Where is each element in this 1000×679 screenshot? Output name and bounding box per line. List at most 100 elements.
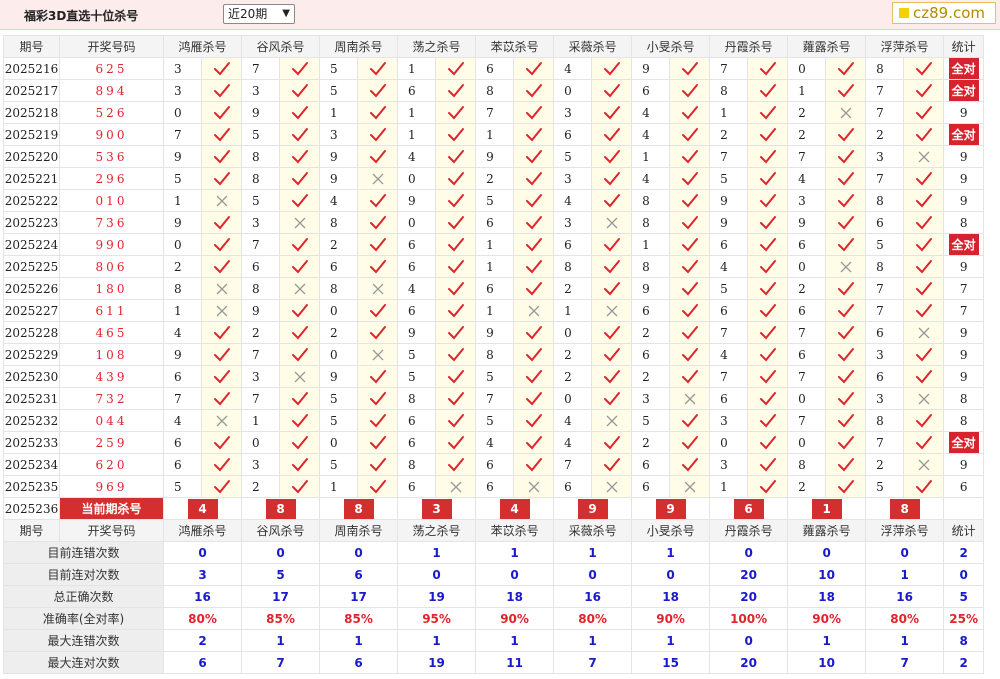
col-header-expert[interactable]: 小旻杀号 [631,35,711,58]
current-kill-number: 9 [655,498,686,519]
hit-cell [435,321,477,344]
stats-total-cell: 2 [943,541,985,564]
miss-cell [903,453,945,476]
col-header-expert[interactable]: 苯苡杀号 [475,35,555,58]
kill-number-cell: 6 [709,387,749,410]
row-total-cell: 9 [943,189,985,212]
col-header-expert[interactable]: 谷风杀号 [241,519,321,542]
issue-cell: 2025223 [3,211,60,234]
hit-cell [357,123,399,146]
hit-cell [669,321,711,344]
check-icon [447,325,464,339]
check-icon [603,435,620,449]
check-icon [603,347,620,361]
check-icon [213,259,230,273]
kill-number-cell: 5 [475,189,515,212]
check-icon [759,457,776,471]
table-row: 2025234 620 6 3 5 8 6 7 6 3 8 2 9 [3,453,985,476]
kill-number-cell: 4 [553,431,593,454]
issue-cell: 2025233 [3,431,60,454]
hit-cell [513,321,555,344]
hit-cell [435,343,477,366]
check-icon [915,193,932,207]
site-logo[interactable]: cz89.com [892,2,996,24]
check-icon [915,479,932,493]
hit-cell [200,167,243,190]
cross-icon [216,283,227,294]
hit-cell [279,475,321,498]
draw-number-cell: 180 [59,277,164,300]
kill-number-cell: 0 [553,79,593,102]
col-header-expert[interactable]: 荡之杀号 [397,35,477,58]
stats-value-cell: 15 [631,651,711,674]
cross-icon [918,459,930,470]
stats-value-cell: 6 [162,651,243,674]
col-header-expert[interactable]: 浮萍杀号 [865,519,945,542]
draw-number-cell: 732 [59,387,164,410]
current-kill-cell: 6 [709,497,789,520]
check-icon [291,259,308,273]
col-header-expert[interactable]: 鸿雁杀号 [162,519,243,542]
hit-cell [747,475,789,498]
hit-cell [747,343,789,366]
hit-cell [669,299,711,322]
kill-number-cell: 3 [241,453,281,476]
kill-number-cell: 3 [865,343,905,366]
col-header-expert[interactable]: 采薇杀号 [553,519,633,542]
col-header-expert[interactable]: 周南杀号 [319,519,399,542]
hit-cell [513,79,555,102]
hit-cell [669,79,711,102]
hit-cell [747,387,789,410]
col-header-expert[interactable]: 丹霞杀号 [709,519,789,542]
current-period-row: 2025236 当前期杀号 4 8 8 3 4 9 9 6 1 8 [3,497,985,520]
hit-cell [747,409,789,432]
kill-number-cell: 6 [397,79,437,102]
col-header-expert[interactable]: 苯苡杀号 [475,519,555,542]
col-header-expert[interactable]: 小旻杀号 [631,519,711,542]
stats-value-cell: 0 [319,541,399,564]
hit-cell [279,343,321,366]
kill-number-cell: 5 [319,453,359,476]
col-header-expert[interactable]: 荡之杀号 [397,519,477,542]
kill-number-cell: 7 [865,167,905,190]
kill-number-cell: 2 [553,277,593,300]
hit-cell [903,475,945,498]
col-header-expert[interactable]: 鸿雁杀号 [162,35,243,58]
check-icon [525,435,542,449]
col-header-expert[interactable]: 丹霞杀号 [709,35,789,58]
check-icon [603,457,620,471]
period-select[interactable]: 近20期 ▼ [223,4,295,24]
col-header-expert[interactable]: 蕹露杀号 [787,519,867,542]
check-icon [681,237,698,251]
kill-number-cell: 2 [787,277,827,300]
kill-number-cell: 0 [787,387,827,410]
miss-cell [825,101,867,124]
kill-number-cell: 8 [631,255,671,278]
miss-cell [279,277,321,300]
table-row: 2025232 044 4 1 5 6 5 4 5 3 7 8 8 [3,409,985,432]
stats-row: 准确率(全对率) 80% 85% 85% 95% 90% 80% 90% 100% 90% 80% 2… [3,607,985,630]
kill-number-cell: 6 [865,321,905,344]
hit-cell [279,145,321,168]
kill-number-cell: 6 [709,299,749,322]
col-header-expert[interactable]: 谷风杀号 [241,35,321,58]
hit-cell [513,101,555,124]
col-header-expert[interactable]: 周南杀号 [319,35,399,58]
check-icon [603,127,620,141]
check-icon [213,479,230,493]
check-icon [447,347,464,361]
stats-value-cell: 0 [865,541,945,564]
check-icon [525,391,542,405]
row-total-cell: 7 [943,299,985,322]
col-header-expert[interactable]: 浮萍杀号 [865,35,945,58]
row-total-cell: 8 [943,387,985,410]
check-icon [759,347,776,361]
check-icon [759,171,776,185]
col-header-expert[interactable]: 蕹露杀号 [787,35,867,58]
hit-cell [435,211,477,234]
col-header-expert[interactable]: 采薇杀号 [553,35,633,58]
hit-cell [513,431,555,454]
hit-cell [669,431,711,454]
page-header: 福彩3D直选十位杀号 近20期 ▼ cz89.com [0,0,1000,30]
kill-number-cell: 6 [241,255,281,278]
